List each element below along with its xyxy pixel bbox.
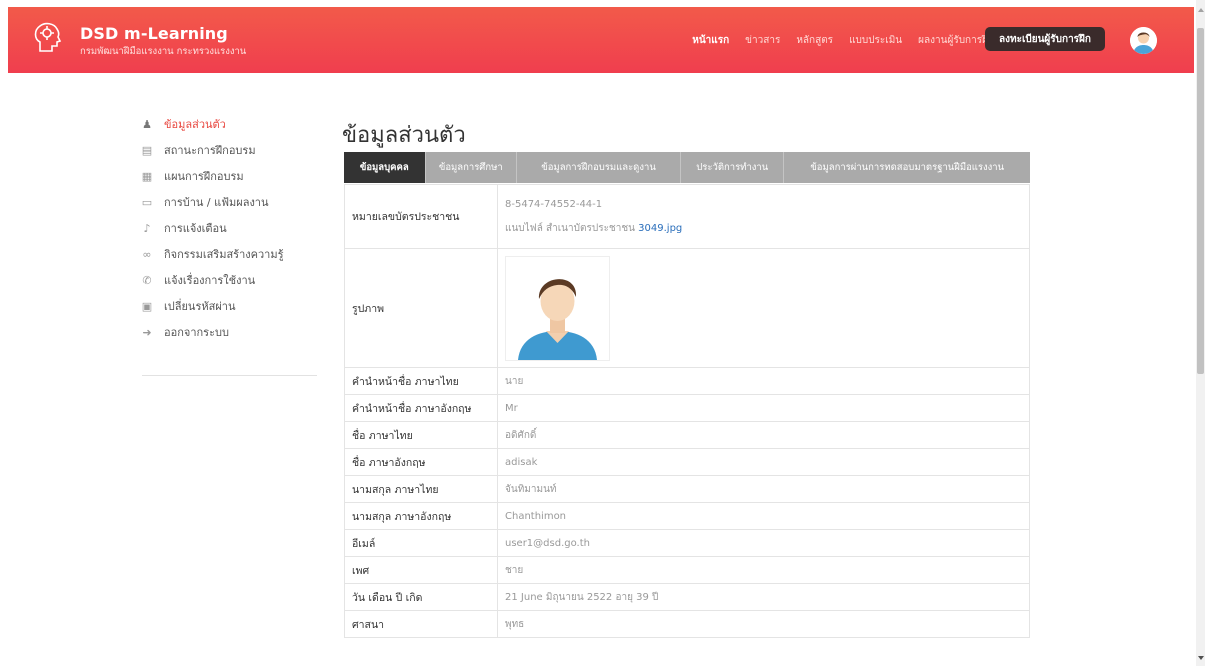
- photo-label: รูปภาพ: [344, 248, 498, 368]
- sidebar-item-training-status[interactable]: ▤ สถานะการฝึกอบรม: [140, 137, 320, 163]
- sidebar-item-report-issue[interactable]: ✆ แจ้งเรื่องการใช้งาน: [140, 267, 320, 293]
- glasses-icon: ∞: [142, 247, 152, 261]
- row-value: จันทิมามนท์: [497, 475, 1030, 503]
- nav-news[interactable]: ข่าวสาร: [745, 33, 780, 48]
- row-value: Mr: [497, 394, 1030, 422]
- row-label: ชื่อ ภาษาไทย: [344, 421, 498, 449]
- sidebar-item-training-plan[interactable]: ▦ แผนการฝึกอบรม: [140, 163, 320, 189]
- tab-education[interactable]: ข้อมูลการศึกษา: [426, 152, 517, 183]
- page-title: ข้อมูลส่วนตัว: [342, 123, 466, 148]
- table-row: คำนำหน้าชื่อ ภาษาไทย นาย: [344, 367, 1030, 395]
- scroll-down-arrow-icon[interactable]: [1198, 656, 1204, 660]
- lock-icon: ▣: [141, 299, 153, 313]
- table-row: หมายเลขบัตรประชาชน 8-5474-74552-44-1 แนบ…: [344, 184, 1030, 249]
- table-row: อีเมล์ user1@dsd.go.th: [344, 529, 1030, 557]
- id-card-cell: 8-5474-74552-44-1 แนบไฟล์ สำเนาบัตรประชา…: [497, 184, 1030, 249]
- sidebar-item-label: การแจ้งเตือน: [164, 222, 227, 235]
- sidebar-item-label: ออกจากระบบ: [164, 326, 229, 339]
- sidebar-item-label: แจ้งเรื่องการใช้งาน: [164, 274, 256, 287]
- tab-work-history[interactable]: ประวัติการทำงาน: [681, 152, 785, 183]
- sidebar-item-logout[interactable]: ➜ ออกจากระบบ: [140, 319, 320, 345]
- id-card-number: 8-5474-74552-44-1: [505, 198, 603, 210]
- logout-icon: ➜: [142, 325, 152, 339]
- folder-icon: ▭: [141, 195, 153, 209]
- tab-training[interactable]: ข้อมูลการฝึกอบรมและดูงาน: [517, 152, 682, 183]
- table-row: ศาสนา พุทธ: [344, 610, 1030, 638]
- row-label: นามสกุล ภาษาไทย: [344, 475, 498, 503]
- table-row: คำนำหน้าชื่อ ภาษาอังกฤษ Mr: [344, 394, 1030, 422]
- sidebar-item-label: เปลี่ยนรหัสผ่าน: [164, 300, 236, 313]
- dsd-logo-icon[interactable]: [30, 18, 66, 56]
- list-icon: ▤: [141, 143, 153, 157]
- nav-courses[interactable]: หลักสูตร: [796, 33, 833, 48]
- profile-photo: [505, 255, 610, 361]
- profile-sidebar: ♟ ข้อมูลส่วนตัว ▤ สถานะการฝึกอบรม ▦ แผนก…: [140, 111, 320, 345]
- row-label: คำนำหน้าชื่อ ภาษาอังกฤษ: [344, 394, 498, 422]
- sidebar-item-homework[interactable]: ▭ การบ้าน / แฟ้มผลงาน: [140, 189, 320, 215]
- nav-trainee-works[interactable]: ผลงานผู้รับการฝึก: [918, 33, 994, 48]
- user-avatar-icon[interactable]: [1130, 27, 1157, 54]
- brand-subtitle: กรมพัฒนาฝีมือแรงงาน กระทรวงแรงงาน: [80, 46, 247, 57]
- user-icon: ♟: [142, 117, 152, 131]
- tab-skill-standard-tests[interactable]: ข้อมูลการผ่านการทดสอบมาตรฐานฝีมือแรงงาน: [784, 152, 1030, 183]
- row-value: adisak: [497, 448, 1030, 476]
- row-label: อีเมล์: [344, 529, 498, 557]
- phone-icon: ✆: [142, 273, 152, 287]
- sidebar-item-notifications[interactable]: ♪ การแจ้งเตือน: [140, 215, 320, 241]
- row-label: นามสกุล ภาษาอังกฤษ: [344, 502, 498, 530]
- sidebar-item-label: ข้อมูลส่วนตัว: [164, 118, 226, 131]
- table-row: ชื่อ ภาษาอังกฤษ adisak: [344, 448, 1030, 476]
- photo-cell: [497, 248, 1030, 368]
- row-value: พุทธ: [497, 610, 1030, 638]
- brand-title[interactable]: DSD m-Learning: [80, 24, 228, 43]
- id-card-attachment: แนบไฟล์ สำเนาบัตรประชาชน 3049.jpg: [505, 220, 1022, 238]
- attachment-link[interactable]: 3049.jpg: [638, 223, 682, 234]
- table-row: นามสกุล ภาษาไทย จันทิมามนท์: [344, 475, 1030, 503]
- row-label: ศาสนา: [344, 610, 498, 638]
- row-value: Chanthimon: [497, 502, 1030, 530]
- sidebar-item-label: กิจกรรมเสริมสร้างความรู้: [164, 248, 284, 261]
- bell-icon: ♪: [143, 221, 151, 235]
- id-card-label: หมายเลขบัตรประชาชน: [344, 184, 498, 249]
- sidebar-item-label: แผนการฝึกอบรม: [164, 170, 244, 183]
- table-row: ชื่อ ภาษาไทย อดิศักดิ์: [344, 421, 1030, 449]
- row-value: user1@dsd.go.th: [497, 529, 1030, 557]
- row-label: คำนำหน้าชื่อ ภาษาไทย: [344, 367, 498, 395]
- table-row: วัน เดือน ปี เกิด 21 June มิถุนายน 2522 …: [344, 583, 1030, 611]
- table-row: รูปภาพ: [344, 248, 1030, 368]
- table-row: นามสกุล ภาษาอังกฤษ Chanthimon: [344, 502, 1030, 530]
- personal-info-table: หมายเลขบัตรประชาชน 8-5474-74552-44-1 แนบ…: [344, 184, 1030, 638]
- sidebar-divider: [142, 375, 317, 376]
- sidebar-item-profile[interactable]: ♟ ข้อมูลส่วนตัว: [140, 111, 320, 137]
- row-value: นาย: [497, 367, 1030, 395]
- main-nav: หน้าแรก ข่าวสาร หลักสูตร แบบประเมิน ผลงา…: [692, 7, 994, 73]
- row-value: 21 June มิถุนายน 2522 อายุ 39 ปี: [497, 583, 1030, 611]
- row-label: ชื่อ ภาษาอังกฤษ: [344, 448, 498, 476]
- register-button[interactable]: ลงทะเบียนผู้รับการฝึก: [985, 27, 1105, 51]
- sidebar-item-label: สถานะการฝึกอบรม: [164, 144, 256, 157]
- tab-personal-info[interactable]: ข้อมูลบุคคล: [344, 152, 426, 183]
- nav-home[interactable]: หน้าแรก: [692, 33, 729, 48]
- attachment-prefix: แนบไฟล์ สำเนาบัตรประชาชน: [505, 222, 635, 234]
- sidebar-item-activities[interactable]: ∞ กิจกรรมเสริมสร้างความรู้: [140, 241, 320, 267]
- row-label: วัน เดือน ปี เกิด: [344, 583, 498, 611]
- row-value: ชาย: [497, 556, 1030, 584]
- sidebar-item-label: การบ้าน / แฟ้มผลงาน: [164, 196, 269, 209]
- row-value: อดิศักดิ์: [497, 421, 1030, 449]
- sidebar-item-change-password[interactable]: ▣ เปลี่ยนรหัสผ่าน: [140, 293, 320, 319]
- profile-tabs: ข้อมูลบุคคล ข้อมูลการศึกษา ข้อมูลการฝึกอ…: [344, 152, 1030, 183]
- nav-evaluation[interactable]: แบบประเมิน: [849, 33, 902, 48]
- scroll-thumb[interactable]: [1197, 28, 1204, 374]
- table-row: เพศ ชาย: [344, 556, 1030, 584]
- calendar-icon: ▦: [141, 169, 153, 183]
- scroll-up-arrow-icon[interactable]: [1198, 8, 1204, 12]
- row-label: เพศ: [344, 556, 498, 584]
- page-scrollbar[interactable]: [1196, 0, 1205, 666]
- top-header: DSD m-Learning กรมพัฒนาฝีมือแรงงาน กระทร…: [8, 7, 1194, 73]
